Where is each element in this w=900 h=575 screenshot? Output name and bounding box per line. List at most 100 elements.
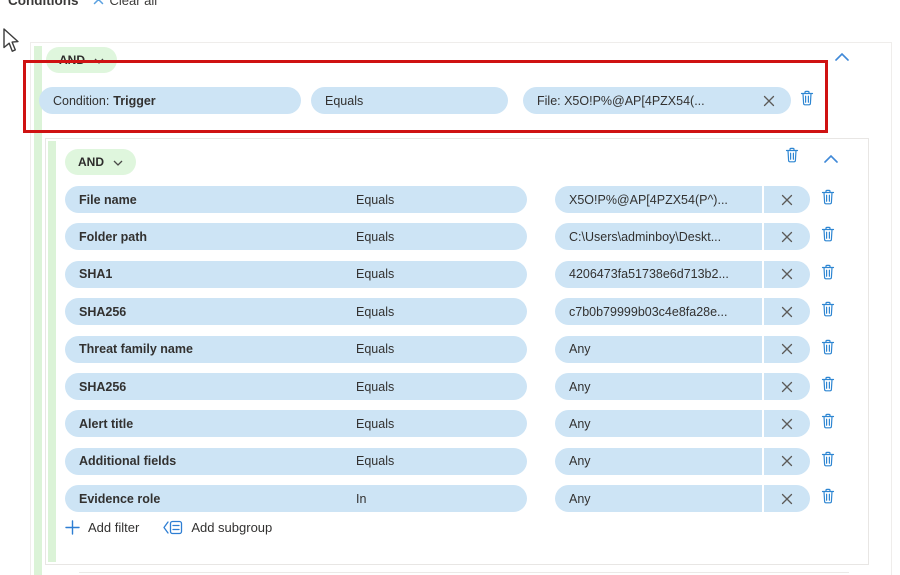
filter-operator-pill[interactable]: Equals xyxy=(342,260,527,288)
filter-clear-value-button[interactable] xyxy=(764,410,810,438)
trash-icon xyxy=(785,147,799,163)
filter-field-pill[interactable]: Folder path xyxy=(65,223,371,251)
outer-operator-dropdown[interactable]: AND xyxy=(46,47,117,73)
clear-icon xyxy=(93,0,104,8)
filter-clear-value-button[interactable] xyxy=(764,335,810,363)
filter-row: Alert title Equals Any xyxy=(46,410,868,438)
filter-delete-button[interactable] xyxy=(821,226,835,245)
outer-collapse-button[interactable] xyxy=(835,49,849,64)
filter-clear-value-button[interactable] xyxy=(764,298,810,326)
subgroup-collapse-button[interactable] xyxy=(824,151,838,166)
filter-operator-pill[interactable]: In xyxy=(342,485,527,513)
filter-clear-value-button[interactable] xyxy=(764,186,810,213)
close-icon xyxy=(781,194,793,205)
filter-operator-pill[interactable]: Equals xyxy=(342,410,527,438)
trash-icon xyxy=(821,339,835,354)
condition-subgroup: AND File name Equals X5O!P%@AP[4PZX54(P^… xyxy=(45,138,869,565)
filter-field-pill[interactable]: Threat family name xyxy=(65,335,371,363)
trigger-clear-value-button[interactable] xyxy=(746,87,791,114)
trash-icon xyxy=(821,227,835,242)
filter-operator-pill[interactable]: Equals xyxy=(342,335,527,363)
filter-field-pill[interactable]: SHA1 xyxy=(65,260,371,288)
chevron-up-icon xyxy=(835,49,849,64)
trash-icon xyxy=(821,488,835,504)
filter-delete-button[interactable] xyxy=(821,488,835,507)
mouse-cursor xyxy=(3,28,19,52)
filter-value-pill[interactable]: 4206473fa51738e6d713b2... xyxy=(555,260,762,288)
filter-clear-value-button[interactable] xyxy=(764,373,810,400)
filter-clear-value-button[interactable] xyxy=(764,485,810,513)
trigger-condition-row: Condition: Trigger Equals File: X5O!P%@A… xyxy=(31,87,891,114)
plus-icon xyxy=(65,520,80,535)
filter-value-pill[interactable]: Any xyxy=(555,335,762,363)
filter-delete-button[interactable] xyxy=(821,413,835,432)
subgroup-operator-dropdown[interactable]: AND xyxy=(65,149,136,175)
filter-row: SHA256 Equals Any xyxy=(46,373,868,400)
filter-value-pill[interactable]: Any xyxy=(555,485,762,513)
filter-field-pill[interactable]: File name xyxy=(65,186,371,213)
trigger-field-pill[interactable]: Condition: Trigger xyxy=(39,87,301,114)
close-icon xyxy=(781,231,793,243)
clear-all-label: Clear all xyxy=(109,0,158,8)
trash-icon xyxy=(821,376,835,392)
add-filter-button[interactable]: Add filter xyxy=(65,520,139,535)
filter-field-pill[interactable]: SHA256 xyxy=(65,298,371,326)
filter-operator-pill[interactable]: Equals xyxy=(342,223,527,251)
close-icon xyxy=(781,381,793,392)
add-subgroup-button[interactable]: Add subgroup xyxy=(163,520,272,535)
trigger-field-prefix: Condition: xyxy=(53,93,110,108)
filter-field-pill[interactable]: Additional fields xyxy=(65,447,371,475)
close-icon xyxy=(781,456,793,467)
filter-operator-pill[interactable]: Equals xyxy=(342,298,527,326)
filter-value-pill[interactable]: Any xyxy=(555,373,762,400)
filter-field-pill[interactable]: Alert title xyxy=(65,410,371,438)
filter-clear-value-button[interactable] xyxy=(764,447,810,475)
filter-field-pill[interactable]: SHA256 xyxy=(65,373,371,400)
outer-operator-label: AND xyxy=(59,53,85,67)
filter-delete-button[interactable] xyxy=(821,189,835,208)
chevron-down-icon xyxy=(94,53,104,67)
chevron-down-icon xyxy=(113,155,123,169)
filter-delete-button[interactable] xyxy=(821,451,835,470)
filter-delete-button[interactable] xyxy=(821,376,835,395)
condition-group-outer: AND Condition: Trigger Equals File: X5O!… xyxy=(30,42,892,575)
filter-value-pill[interactable]: Any xyxy=(555,447,762,475)
filter-row: SHA256 Equals c7b0b79999b03c4e8fa28e... xyxy=(46,298,868,326)
filter-clear-value-button[interactable] xyxy=(764,223,810,251)
trigger-field-name: Trigger xyxy=(113,93,156,108)
trigger-value-pill[interactable]: File: X5O!P%@AP[4PZX54(... xyxy=(523,87,746,114)
filter-operator-pill[interactable]: Equals xyxy=(342,447,527,475)
filter-operator-pill[interactable]: Equals xyxy=(342,186,527,213)
trash-icon xyxy=(821,301,835,317)
filter-delete-button[interactable] xyxy=(821,264,835,283)
filter-delete-button[interactable] xyxy=(821,301,835,320)
subgroup-delete-button[interactable] xyxy=(785,147,799,166)
trash-icon xyxy=(821,264,835,280)
filter-operator-pill[interactable]: Equals xyxy=(342,373,527,400)
filter-row: Folder path Equals C:\Users\adminboy\Des… xyxy=(46,223,868,251)
page-header: Conditions Clear all xyxy=(8,0,157,8)
subgroup-operator-label: AND xyxy=(78,155,104,169)
filter-clear-value-button[interactable] xyxy=(764,260,810,288)
close-icon xyxy=(781,343,793,355)
group-accent-bar xyxy=(34,46,42,575)
trigger-operator-pill[interactable]: Equals xyxy=(311,87,508,114)
filter-value-pill[interactable]: c7b0b79999b03c4e8fa28e... xyxy=(555,298,762,326)
conditions-builder: Conditions Clear all AND Condition: Trig… xyxy=(0,0,900,575)
close-icon xyxy=(781,306,793,317)
trash-icon xyxy=(821,451,835,467)
chevron-up-icon xyxy=(824,151,838,166)
trash-icon xyxy=(821,414,835,429)
filter-value-pill[interactable]: C:\Users\adminboy\Deskt... xyxy=(555,223,762,251)
filter-value-pill[interactable]: Any xyxy=(555,410,762,438)
add-subgroup-icon xyxy=(163,520,183,535)
close-icon xyxy=(763,95,774,106)
filter-row: SHA1 Equals 4206473fa51738e6d713b2... xyxy=(46,260,868,288)
clear-all-button[interactable]: Clear all xyxy=(93,0,158,8)
filter-row: Additional fields Equals Any xyxy=(46,447,868,475)
filter-field-pill[interactable]: Evidence role xyxy=(65,485,371,513)
trigger-delete-button[interactable] xyxy=(800,90,814,109)
filter-delete-button[interactable] xyxy=(821,339,835,358)
filter-value-pill[interactable]: X5O!P%@AP[4PZX54(P^)... xyxy=(555,186,762,213)
filter-row: Threat family name Equals Any xyxy=(46,335,868,363)
